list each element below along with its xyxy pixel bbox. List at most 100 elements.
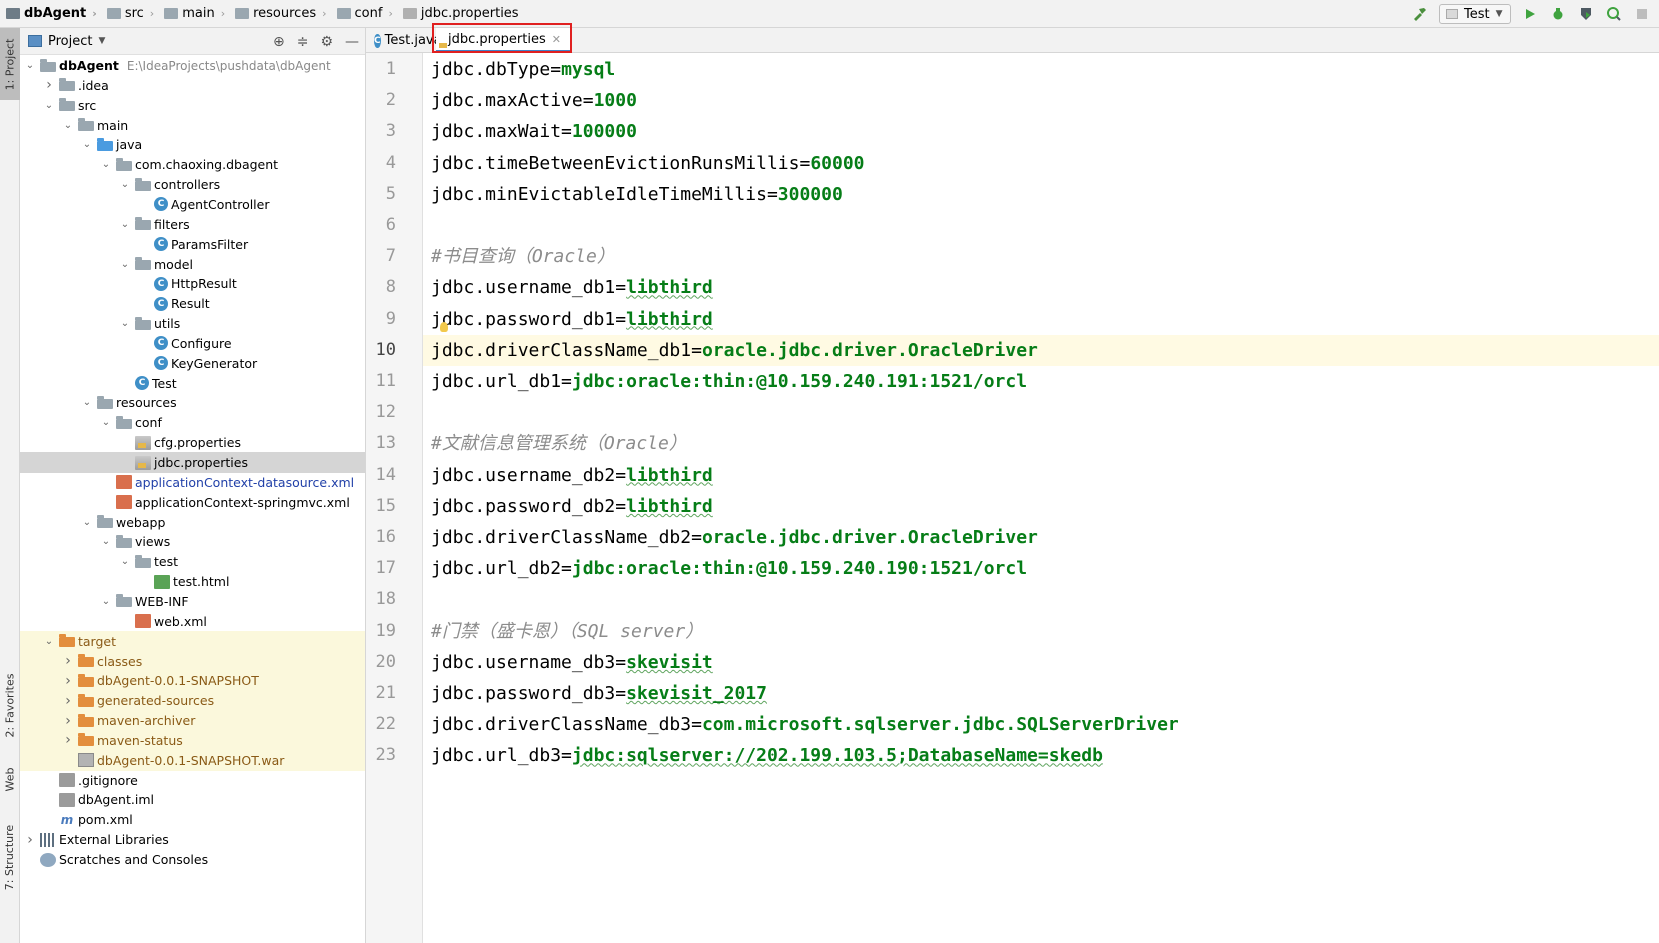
run-icon[interactable] — [1521, 5, 1539, 23]
tree-node[interactable]: C HttpResult — [20, 273, 365, 294]
tree-node[interactable]: ⌄ test — [20, 551, 365, 572]
collapse-arrow-icon[interactable]: › — [43, 77, 55, 93]
expand-arrow-icon[interactable]: ⌄ — [119, 179, 131, 190]
expand-arrow-icon[interactable]: ⌄ — [119, 318, 131, 329]
tree-node[interactable]: .gitignore — [20, 770, 365, 791]
tree-node[interactable]: › External Libraries — [20, 829, 365, 850]
breadcrumb-item[interactable]: main › — [158, 0, 229, 28]
tree-node[interactable]: dbAgent.iml — [20, 789, 365, 810]
tree-node[interactable]: › generated-sources — [20, 690, 365, 712]
breadcrumb-item[interactable]: conf › — [331, 0, 397, 28]
tree-node[interactable]: ⌄ model — [20, 254, 365, 275]
expand-arrow-icon[interactable]: ⌄ — [119, 259, 131, 270]
gear-icon[interactable]: ⚙ — [320, 34, 333, 50]
coverage-icon[interactable] — [1577, 5, 1595, 23]
expand-arrow-icon[interactable]: ⌄ — [43, 100, 55, 111]
editor-tab[interactable]: CTest.java✕ — [366, 28, 457, 53]
code-line[interactable]: jdbc.password_db1=libthird — [423, 304, 1659, 335]
tree-node[interactable]: m pom.xml — [20, 809, 365, 830]
expand-arrow-icon[interactable]: ⌄ — [62, 120, 74, 131]
code-line[interactable]: jdbc.driverClassName_db3=com.microsoft.s… — [423, 709, 1659, 740]
locate-file-icon[interactable]: ⊕ — [273, 34, 285, 50]
tree-node[interactable]: ⌄ java — [20, 134, 365, 155]
tree-node[interactable]: dbAgent-0.0.1-SNAPSHOT.war — [20, 749, 365, 771]
code-line[interactable]: #书目查询（Oracle） — [423, 241, 1659, 272]
breadcrumb-item[interactable]: resources › — [229, 0, 330, 28]
expand-arrow-icon[interactable]: ⌄ — [100, 159, 112, 170]
expand-arrow-icon[interactable]: ⌄ — [24, 60, 36, 71]
code-line[interactable]: #文献信息管理系统（Oracle） — [423, 428, 1659, 459]
tree-node[interactable]: applicationContext-datasource.xml — [20, 472, 365, 493]
tree-node[interactable]: ⌄ dbAgent E:\IdeaProjects\pushdata\dbAgent — [20, 55, 365, 76]
tree-node[interactable]: ⌄ target — [20, 630, 365, 652]
code-line[interactable]: jdbc.username_db3=skevisit — [423, 647, 1659, 678]
code-line[interactable]: jdbc.username_db1=libthird — [423, 272, 1659, 303]
tree-node[interactable]: C Result — [20, 293, 365, 314]
tree-node[interactable]: ⌄ utils — [20, 313, 365, 334]
tree-node[interactable]: applicationContext-springmvc.xml — [20, 492, 365, 513]
intention-bulb-icon[interactable] — [440, 321, 448, 332]
code-line[interactable]: jdbc.driverClassName_db2=oracle.jdbc.dri… — [423, 522, 1659, 553]
tree-node[interactable]: ⌄ main — [20, 115, 365, 136]
expand-arrow-icon[interactable]: ⌄ — [81, 517, 93, 528]
expand-arrow-icon[interactable]: ⌄ — [81, 139, 93, 150]
code-line[interactable]: jdbc.driverClassName_db1=oracle.jdbc.dri… — [423, 334, 1659, 366]
hide-panel-icon[interactable]: — — [345, 34, 359, 50]
tree-node[interactable]: › dbAgent-0.0.1-SNAPSHOT — [20, 670, 365, 692]
expand-arrow-icon[interactable]: ⌄ — [81, 397, 93, 408]
expand-arrow-icon[interactable]: ⌄ — [100, 536, 112, 547]
tree-node[interactable]: cfg.properties — [20, 432, 365, 453]
tree-node[interactable]: ⌄ views — [20, 531, 365, 552]
code-line[interactable]: jdbc.url_db1=jdbc:oracle:thin:@10.159.24… — [423, 366, 1659, 397]
code-line[interactable]: jdbc.url_db2=jdbc:oracle:thin:@10.159.24… — [423, 553, 1659, 584]
expand-arrow-icon[interactable]: ⌄ — [43, 636, 55, 647]
code-line[interactable]: jdbc.timeBetweenEvictionRunsMillis=60000 — [423, 148, 1659, 179]
expand-arrow-icon[interactable]: ⌄ — [100, 596, 112, 607]
code-line[interactable]: jdbc.url_db3=jdbc:sqlserver://202.199.10… — [423, 740, 1659, 771]
code-line[interactable] — [423, 210, 1659, 241]
tree-node[interactable]: ⌄ conf — [20, 412, 365, 433]
code-line[interactable]: jdbc.maxActive=1000 — [423, 85, 1659, 116]
collapse-arrow-icon[interactable]: › — [62, 732, 74, 748]
chevron-down-icon[interactable]: ▼ — [98, 36, 105, 46]
code-line[interactable]: jdbc.minEvictableIdleTimeMillis=300000 — [423, 179, 1659, 210]
tree-node[interactable]: jdbc.properties — [20, 452, 365, 473]
tree-node[interactable]: › maven-archiver — [20, 710, 365, 732]
debug-icon[interactable] — [1549, 5, 1567, 23]
collapse-all-icon[interactable]: ≑ — [297, 34, 309, 50]
expand-arrow-icon[interactable]: ⌄ — [100, 417, 112, 428]
collapse-arrow-icon[interactable]: › — [62, 673, 74, 689]
project-tool-tab[interactable]: 1: Project — [0, 28, 20, 100]
code-line[interactable]: jdbc.maxWait=100000 — [423, 116, 1659, 147]
code-line[interactable] — [423, 397, 1659, 428]
tree-node[interactable]: ⌄ webapp — [20, 512, 365, 533]
tree-node[interactable]: ⌄ WEB-INF — [20, 591, 365, 612]
expand-arrow-icon[interactable]: ⌄ — [119, 219, 131, 230]
code-line[interactable]: jdbc.dbType=mysql — [423, 54, 1659, 85]
collapse-arrow-icon[interactable]: › — [62, 713, 74, 729]
collapse-arrow-icon[interactable]: › — [62, 653, 74, 669]
project-view-selector[interactable]: Project — [48, 34, 92, 49]
build-hammer-icon[interactable] — [1411, 5, 1429, 23]
tree-node[interactable]: ⌄ controllers — [20, 174, 365, 195]
code-line[interactable] — [423, 584, 1659, 615]
expand-arrow-icon[interactable]: ⌄ — [119, 556, 131, 567]
tree-node[interactable]: ⌄ filters — [20, 214, 365, 235]
tree-node[interactable]: › maven-status — [20, 729, 365, 751]
collapse-arrow-icon[interactable]: › — [24, 832, 36, 848]
tree-node[interactable]: C AgentController — [20, 194, 365, 215]
tree-node[interactable]: C ParamsFilter — [20, 234, 365, 255]
tree-node[interactable]: › .idea — [20, 75, 365, 96]
tree-node[interactable]: C KeyGenerator — [20, 353, 365, 374]
favorites-tool-tab[interactable]: 2: Favorites — [0, 660, 20, 750]
tree-node[interactable]: web.xml — [20, 611, 365, 632]
breadcrumb-item[interactable]: src › — [101, 0, 158, 28]
run-configuration-select[interactable]: Test ▼ — [1439, 4, 1511, 24]
code-line[interactable]: jdbc.password_db2=libthird — [423, 491, 1659, 522]
tree-node[interactable]: ⌄ src — [20, 95, 365, 116]
stop-icon[interactable] — [1633, 5, 1651, 23]
web-tool-tab[interactable]: Web — [0, 756, 20, 802]
code-line[interactable]: #门禁（盛卡恩）（SQL server） — [423, 616, 1659, 647]
tree-node[interactable]: C Test — [20, 373, 365, 394]
tree-node[interactable]: test.html — [20, 571, 365, 592]
